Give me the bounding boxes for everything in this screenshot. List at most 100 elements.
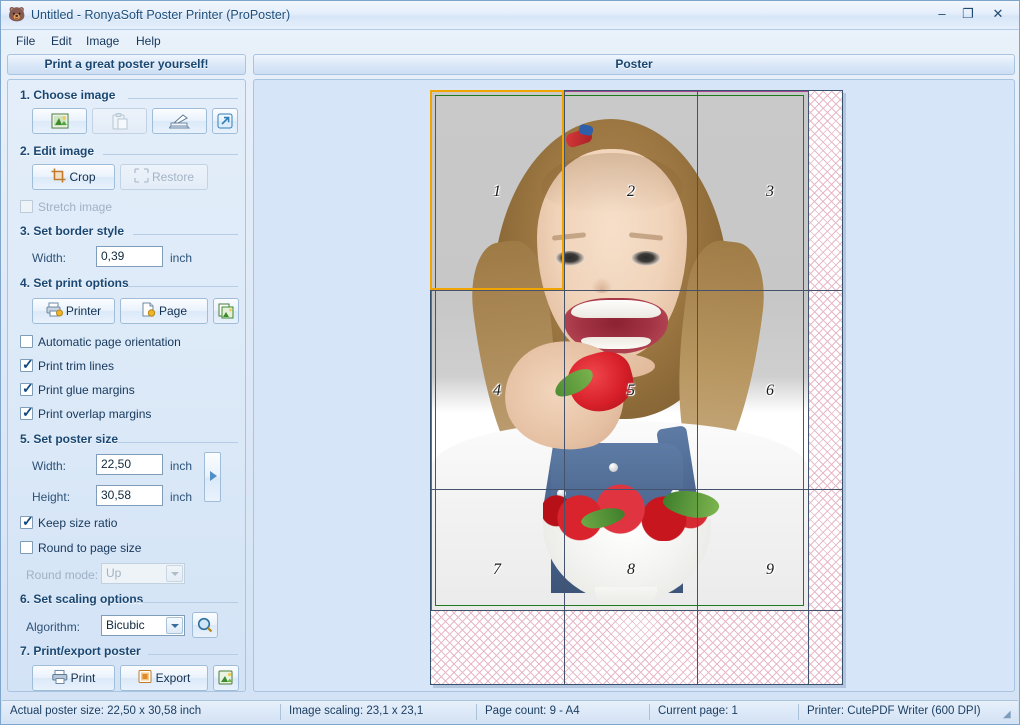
export-image-button[interactable] <box>213 665 239 691</box>
restore-icon <box>134 168 149 186</box>
auto-page-orientation-row[interactable]: Automatic page orientation <box>38 334 181 350</box>
border-width-unit: inch <box>170 250 192 266</box>
divider <box>118 442 238 443</box>
page-settings-button[interactable]: Page <box>120 298 208 324</box>
app-window: 🐻 Untitled - RonyaSoft Poster Printer (P… <box>0 0 1020 725</box>
status-bar: Actual poster size: 22,50 x 30,58 inch I… <box>2 700 1018 723</box>
printer-icon <box>46 302 63 320</box>
stretch-image-label: Stretch image <box>38 200 112 214</box>
divider <box>133 602 238 603</box>
photo-upper-teeth <box>571 300 661 318</box>
algorithm-select[interactable]: Bicubic <box>101 615 185 636</box>
scaling-preview-button[interactable] <box>192 612 218 638</box>
print-icon <box>52 670 68 687</box>
poster-sheet-wrapper[interactable]: 1 2 3 4 5 6 7 8 9 <box>430 90 843 685</box>
section-border-style-title: 3. Set border style <box>20 224 124 238</box>
keep-size-ratio-label: Keep size ratio <box>38 516 117 530</box>
scan-image-button[interactable] <box>152 108 207 134</box>
menu-file[interactable]: File <box>9 32 42 50</box>
page-preview-button[interactable] <box>213 298 239 324</box>
auto-page-orientation-checkbox[interactable] <box>20 335 33 348</box>
open-external-button[interactable] <box>212 108 238 134</box>
check-mark: ✓ <box>22 405 34 419</box>
restore-button[interactable]: Restore <box>120 164 208 190</box>
printer-settings-button[interactable]: Printer <box>32 298 115 324</box>
round-to-page-size-label: Round to page size <box>38 541 141 555</box>
print-overlap-margins-label: Print overlap margins <box>38 407 151 421</box>
auto-page-orientation-label: Automatic page orientation <box>38 335 181 349</box>
page-grid-line-vertical <box>564 91 565 684</box>
round-to-page-size-row[interactable]: Round to page size <box>38 540 141 556</box>
stretch-image-checkbox-row[interactable]: Stretch image <box>38 199 112 215</box>
round-mode-select[interactable]: Up <box>101 563 185 584</box>
left-panel-caption: Print a great poster yourself! <box>7 54 246 75</box>
section-edit-image: 2. Edit image <box>20 144 238 159</box>
poster-image[interactable] <box>431 91 808 610</box>
print-overlap-margins-row[interactable]: ✓ Print overlap margins <box>38 406 151 422</box>
poster-sheet[interactable]: 1 2 3 4 5 6 7 8 9 <box>430 90 843 685</box>
open-image-button[interactable] <box>32 108 87 134</box>
section-print-export: 7. Print/export poster <box>20 644 238 659</box>
crop-button-label: Crop <box>69 170 95 184</box>
external-link-icon <box>217 113 233 132</box>
section-scaling-options: 6. Set scaling options <box>20 592 238 607</box>
page-button-label: Page <box>159 304 187 318</box>
menu-image[interactable]: Image <box>79 32 126 50</box>
print-button[interactable]: Print <box>32 665 115 691</box>
page-icon <box>141 302 156 320</box>
round-to-page-size-checkbox[interactable] <box>20 541 33 554</box>
menu-edit[interactable]: Edit <box>44 32 79 50</box>
page-grid-line-vertical <box>808 91 809 684</box>
poster-height-input[interactable]: 30,58 <box>96 485 163 506</box>
check-mark: ✓ <box>22 357 34 371</box>
photo-button <box>609 463 618 472</box>
border-width-input[interactable]: 0,39 <box>96 246 163 267</box>
print-button-label: Print <box>71 671 96 685</box>
divider <box>148 654 238 655</box>
keep-size-ratio-row[interactable]: ✓ Keep size ratio <box>38 515 117 531</box>
poster-panel-caption: Poster <box>253 54 1015 75</box>
section-poster-size-title: 5. Set poster size <box>20 432 118 446</box>
paste-image-button[interactable] <box>92 108 147 134</box>
poster-width-input[interactable]: 22,50 <box>96 454 163 475</box>
section-poster-size: 5. Set poster size <box>20 432 238 447</box>
section-print-options-title: 4. Set print options <box>20 276 129 290</box>
photo-bowl-base <box>579 603 675 610</box>
print-glue-margins-checkbox[interactable]: ✓ <box>20 383 33 396</box>
poster-width-unit: inch <box>170 458 192 474</box>
print-glue-margins-row[interactable]: ✓ Print glue margins <box>38 382 135 398</box>
poster-preview-panel[interactable]: 1 2 3 4 5 6 7 8 9 <box>253 79 1015 692</box>
round-mode-label: Round mode: <box>26 567 98 583</box>
section-choose-image-title: 1. Choose image <box>20 88 115 102</box>
options-panel: 1. Choose image 2. Edit image <box>7 79 246 692</box>
size-ratio-button[interactable] <box>204 452 221 502</box>
chevron-down-icon[interactable] <box>166 617 183 634</box>
keep-size-ratio-checkbox[interactable]: ✓ <box>20 516 33 529</box>
page-grid-line-horizontal <box>431 290 842 291</box>
maximize-button[interactable]: ❐ <box>955 5 981 23</box>
minimize-button[interactable]: – <box>929 5 955 23</box>
stretch-image-checkbox[interactable] <box>20 200 33 213</box>
status-current-page: Current page: 1 <box>650 701 798 723</box>
print-trim-lines-label: Print trim lines <box>38 359 114 373</box>
export-icon <box>138 669 153 687</box>
chevron-down-icon[interactable] <box>166 565 183 582</box>
export-button-label: Export <box>156 671 191 685</box>
resize-grip[interactable]: ◢ <box>1003 709 1015 721</box>
export-image-icon <box>218 670 234 689</box>
print-overlap-margins-checkbox[interactable]: ✓ <box>20 407 33 420</box>
divider <box>128 286 238 287</box>
picture-icon <box>51 113 69 132</box>
menu-help[interactable]: Help <box>129 32 168 50</box>
photo-eye-left <box>555 251 585 266</box>
print-trim-lines-row[interactable]: ✓ Print trim lines <box>38 358 114 374</box>
window-title: Untitled - RonyaSoft Poster Printer (Pro… <box>31 6 290 24</box>
magnifier-icon <box>197 617 213 636</box>
crop-button[interactable]: Crop <box>32 164 115 190</box>
divider <box>103 154 238 155</box>
print-trim-lines-checkbox[interactable]: ✓ <box>20 359 33 372</box>
print-glue-margins-label: Print glue margins <box>38 383 135 397</box>
export-button[interactable]: Export <box>120 665 208 691</box>
close-button[interactable]: ✕ <box>985 5 1011 23</box>
divider <box>133 234 238 235</box>
